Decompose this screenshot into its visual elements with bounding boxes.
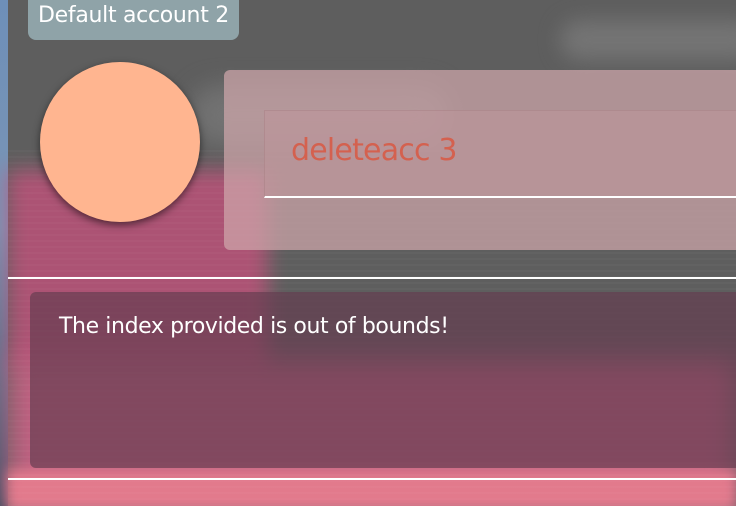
- account-label-text: Default account 2: [38, 3, 229, 28]
- divider: [8, 478, 736, 480]
- divider: [8, 277, 736, 279]
- background-sky-strip: [0, 0, 8, 506]
- response-message: The index provided is out of bounds!: [59, 314, 449, 339]
- background-cloud: [560, 20, 736, 60]
- command-input-panel: deleteacc 3: [224, 70, 736, 250]
- avatar: [40, 62, 200, 222]
- account-label-tag: Default account 2: [28, 0, 239, 40]
- response-panel: The index provided is out of bounds!: [30, 292, 736, 468]
- command-input[interactable]: deleteacc 3: [264, 110, 736, 198]
